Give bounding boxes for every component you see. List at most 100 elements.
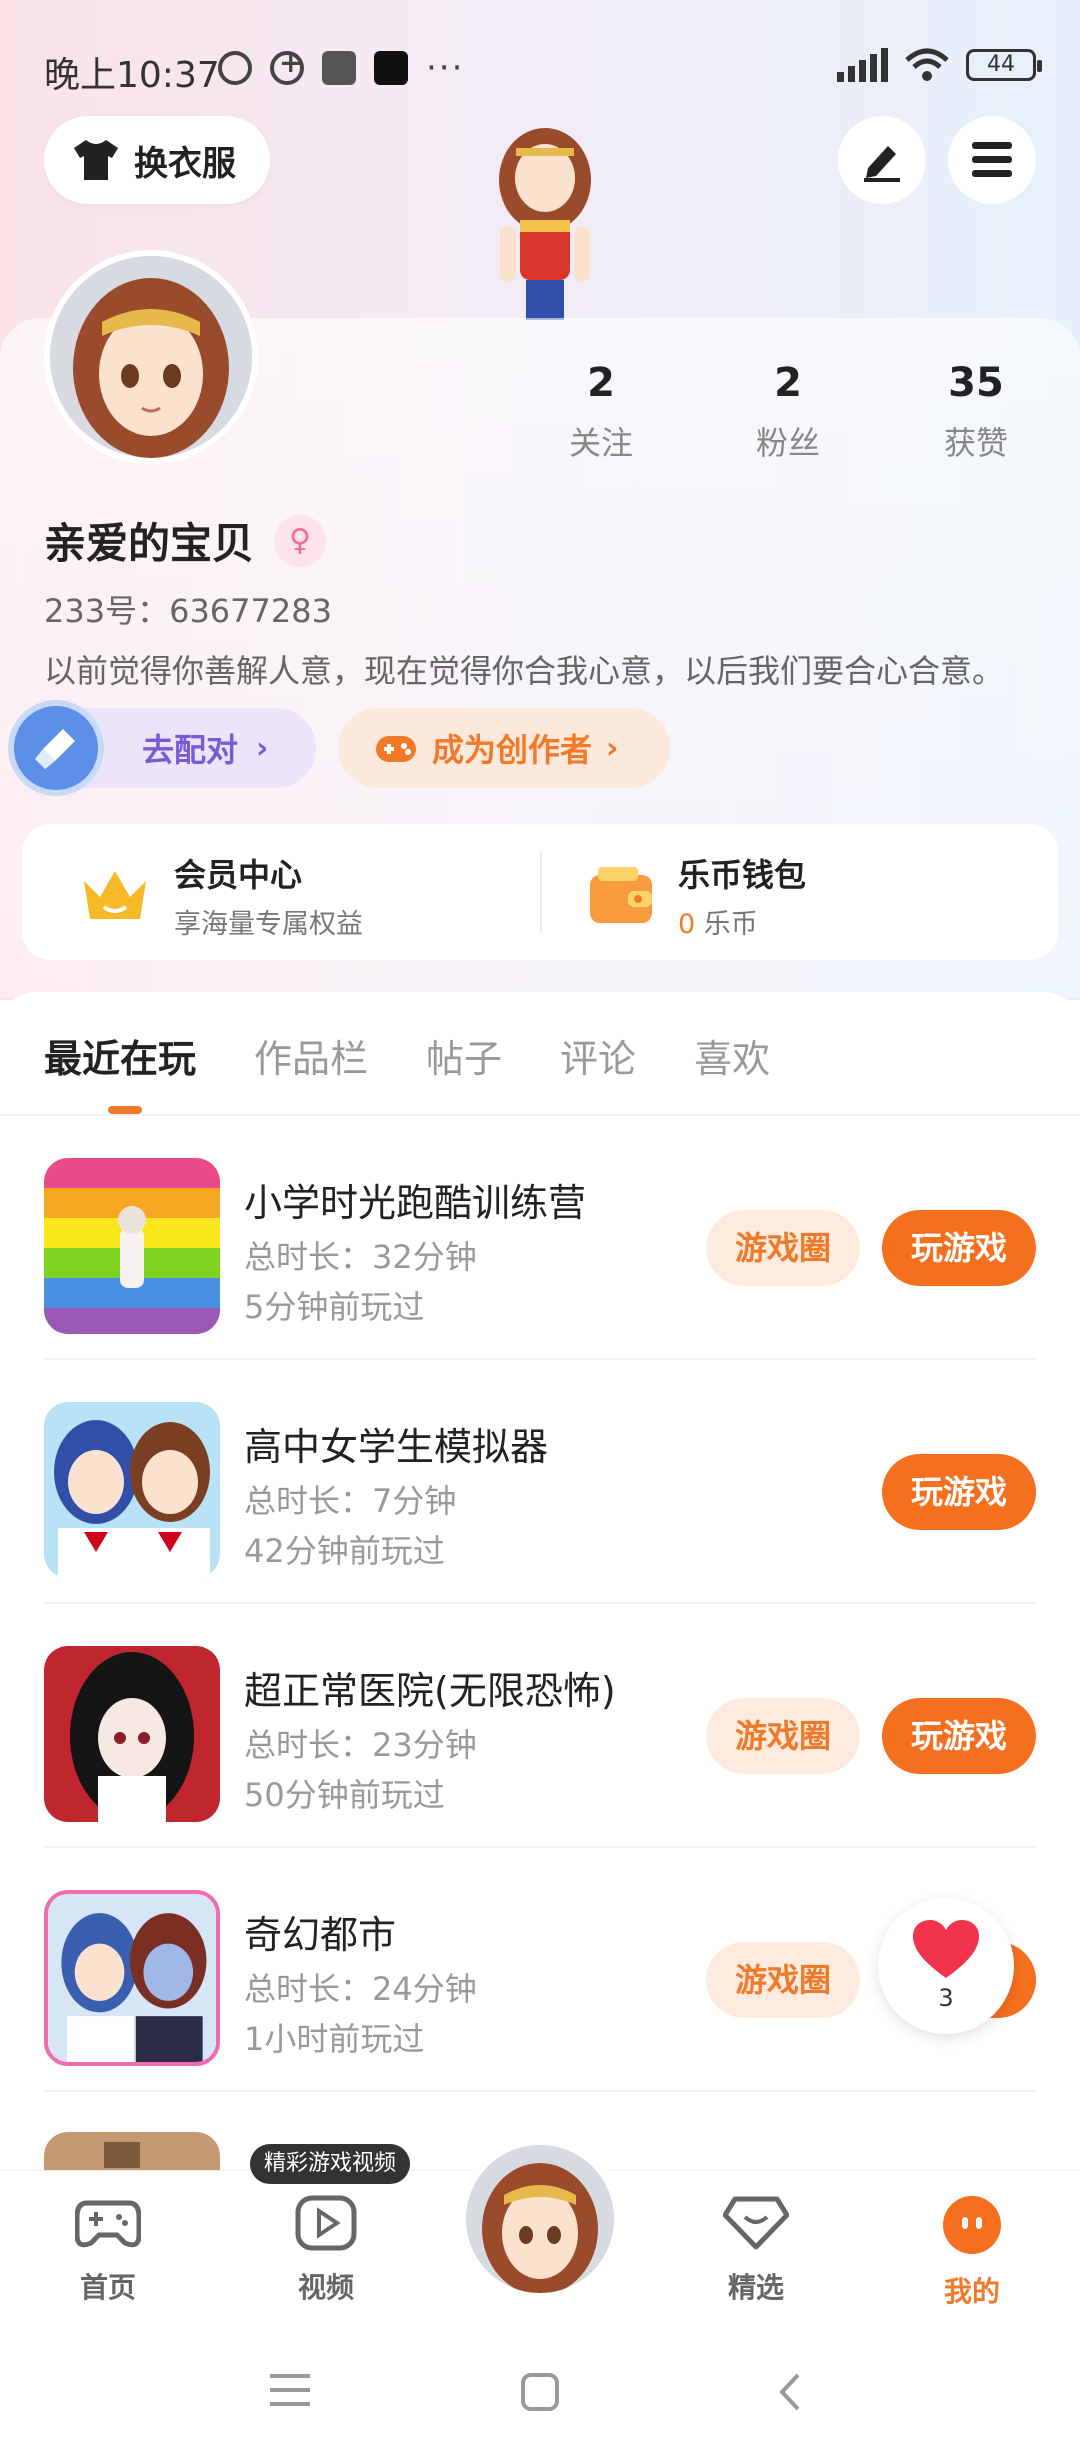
game-circle-button[interactable]: 游戏圈 — [706, 1210, 860, 1286]
become-creator-label: 成为创作者 — [432, 731, 593, 769]
nav-featured[interactable]: 精选 — [696, 2195, 816, 2306]
play-game-button[interactable]: 玩游戏 — [882, 1210, 1036, 1286]
gamepad-icon — [376, 736, 416, 762]
fans-stat[interactable]: 2 粉丝 — [708, 360, 868, 464]
row-divider — [44, 2090, 1036, 2092]
avatar-image — [50, 256, 252, 458]
change-outfit-button[interactable]: 换衣服 — [44, 116, 270, 204]
match-label: 去配对 — [142, 731, 239, 769]
floating-assistant-button[interactable] — [8, 700, 104, 796]
game-row[interactable]: 高中女学生模拟器 总时长：7分钟 42分钟前玩过 玩游戏 — [44, 1360, 1036, 1604]
home-square-icon[interactable] — [520, 2372, 560, 2412]
profile-tabs: 最近在玩 作品栏 帖子 评论 喜欢 — [44, 1028, 770, 1083]
bottom-nav: 首页 视频 精选 我的 — [0, 2137, 1080, 2318]
wallet-entry[interactable]: 乐币钱包 0 乐币 — [586, 850, 806, 941]
broom-icon — [35, 729, 75, 769]
tab-works[interactable]: 作品栏 — [254, 1028, 368, 1083]
game-row[interactable]: 超正常医院(无限恐怖) 总时长：23分钟 50分钟前玩过 游戏圈 玩游戏 — [44, 1604, 1036, 1848]
likes-stat[interactable]: 35 获赞 — [896, 360, 1056, 464]
nickname-row: 亲爱的宝贝 ♀ — [44, 510, 327, 571]
game-title: 超正常医院(无限恐怖) — [244, 1669, 616, 1713]
game-thumbnail[interactable] — [44, 1646, 220, 1822]
edit-profile-button[interactable] — [838, 116, 926, 204]
nav-video-label: 视频 — [297, 2271, 354, 2304]
crown-icon — [84, 870, 146, 919]
video-tooltip: 精彩游戏视频 — [250, 2144, 411, 2184]
game-duration: 总时长：7分钟 — [244, 1482, 457, 1520]
profile-avatar[interactable] — [44, 250, 258, 464]
wallet-icon — [590, 866, 652, 923]
game-duration: 总时长：23分钟 — [244, 1726, 477, 1764]
more-notifications-icon: ··· — [426, 48, 465, 88]
black-app-icon — [374, 51, 408, 85]
game-duration: 总时长：24分钟 — [244, 1970, 477, 2008]
member-wallet-card: 会员中心 享海量专属权益 乐币钱包 0 乐币 — [22, 824, 1058, 960]
back-icon[interactable] — [776, 2372, 804, 2412]
nav-home-label: 首页 — [79, 2271, 136, 2304]
vip-center-subtitle: 享海量专属权益 — [174, 909, 363, 940]
game-last-played: 5分钟前玩过 — [244, 1288, 425, 1326]
active-tab-indicator — [108, 1106, 142, 1114]
status-time: 晚上10:37 — [44, 55, 220, 96]
game-circle-button[interactable]: 游戏圈 — [706, 1942, 860, 2018]
become-creator-button[interactable]: 成为创作者 › — [338, 708, 670, 788]
status-bar: 晚上10:37 ··· 44 — [0, 0, 1080, 130]
avatar-3d-figure[interactable] — [470, 120, 620, 320]
user-id: 233号：63677283 — [44, 592, 332, 630]
battery-icon: 44 — [966, 49, 1042, 81]
nav-featured-label: 精选 — [727, 2271, 784, 2304]
following-stat[interactable]: 2 关注 — [521, 360, 681, 464]
hamburger-icon — [972, 142, 1012, 177]
card-divider — [540, 850, 542, 934]
fans-count: 2 — [774, 360, 802, 406]
game-title: 奇幻都市 — [244, 1913, 397, 1957]
game-last-played: 1小时前玩过 — [244, 2020, 425, 2058]
play-game-button[interactable]: 玩游戏 — [882, 1454, 1036, 1530]
gray-app-icon — [322, 51, 356, 85]
tab-likes[interactable]: 喜欢 — [694, 1028, 770, 1083]
nav-me[interactable]: 我的 — [912, 2195, 1032, 2310]
menu-button[interactable] — [948, 116, 1036, 204]
game-duration: 总时长：32分钟 — [244, 1238, 477, 1276]
game-circle-button[interactable]: 游戏圈 — [706, 1698, 860, 1774]
game-title: 小学时光跑酷训练营 — [244, 1181, 587, 1225]
recent-apps-icon[interactable] — [270, 2372, 310, 2408]
game-thumbnail[interactable] — [44, 1402, 220, 1578]
game-thumbnail[interactable] — [44, 2132, 220, 2172]
game-title: 高中女学生模拟器 — [244, 1425, 549, 1469]
chevron-right-icon: › — [256, 730, 269, 766]
nav-home[interactable]: 首页 — [48, 2195, 168, 2306]
game-thumbnail[interactable] — [44, 1158, 220, 1334]
me-face-icon — [943, 2196, 1001, 2254]
wallet-unit: 乐币 — [703, 909, 758, 940]
play-video-icon — [295, 2195, 357, 2251]
chevron-right-icon: › — [606, 730, 619, 766]
likes-label: 获赞 — [943, 424, 1008, 462]
signal-icon — [837, 48, 888, 82]
nav-avatar-center[interactable] — [458, 2137, 622, 2301]
nav-video[interactable]: 视频 — [266, 2195, 386, 2306]
game-last-played: 50分钟前玩过 — [244, 1776, 445, 1814]
wallet-amount: 0 — [678, 909, 696, 940]
like-float-button[interactable]: 3 — [878, 1898, 1014, 2034]
tab-comments[interactable]: 评论 — [560, 1028, 636, 1083]
vip-center-title: 会员中心 — [174, 856, 303, 894]
following-label: 关注 — [568, 424, 633, 462]
alarm-icon — [218, 51, 252, 85]
game-row[interactable]: 小学时光跑酷训练营 总时长：32分钟 5分钟前玩过 游戏圈 玩游戏 — [44, 1116, 1036, 1360]
tab-recently-played[interactable]: 最近在玩 — [44, 1028, 196, 1083]
following-count: 2 — [587, 360, 615, 406]
vip-center-entry[interactable]: 会员中心 享海量专属权益 — [78, 850, 363, 941]
system-navigation-bar — [0, 2318, 1080, 2460]
status-system-icons: 44 — [837, 48, 1042, 82]
play-game-button[interactable]: 玩游戏 — [882, 1698, 1036, 1774]
bio: 以前觉得你善解人意，现在觉得你合我心意，以后我们要合心合意。 — [44, 652, 1005, 690]
game-thumbnail[interactable] — [44, 1890, 220, 2066]
wallet-balance: 0 乐币 — [678, 902, 806, 941]
featured-heart-icon — [722, 2196, 790, 2250]
change-outfit-label: 换衣服 — [134, 143, 236, 184]
pencil-icon — [864, 146, 900, 182]
gamepad-icon — [74, 2200, 142, 2248]
likes-count: 35 — [948, 360, 1004, 406]
tab-posts[interactable]: 帖子 — [426, 1028, 502, 1083]
